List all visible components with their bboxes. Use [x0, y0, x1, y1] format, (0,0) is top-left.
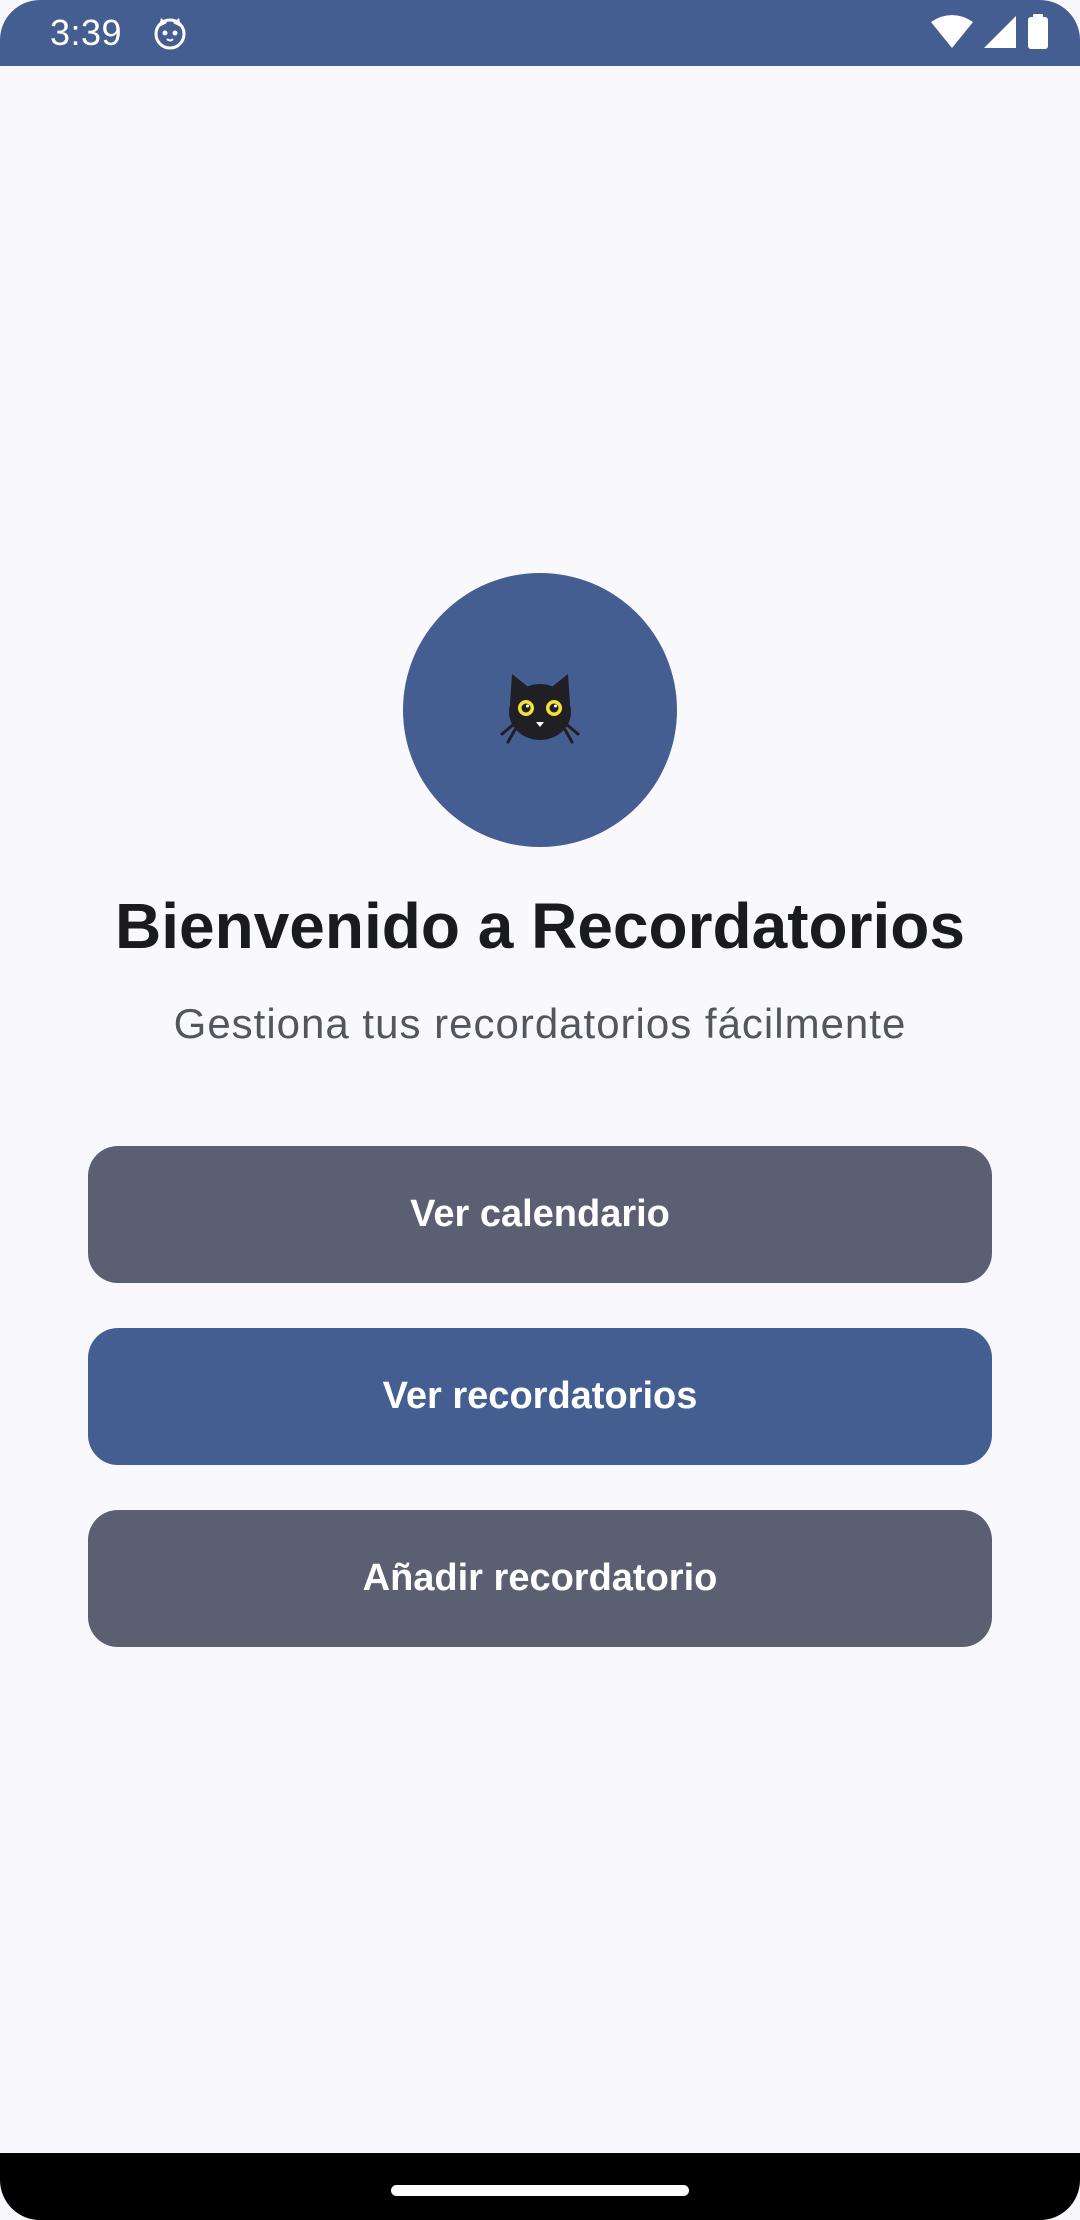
view-calendar-button[interactable]: Ver calendario: [88, 1146, 992, 1283]
gesture-handle[interactable]: [391, 2185, 689, 2196]
app-avatar: [403, 573, 677, 847]
status-bar: 3:39: [0, 0, 1080, 66]
welcome-title: Bienvenido a Recordatorios: [115, 890, 965, 962]
navigation-bar: [0, 2153, 1080, 2220]
view-reminders-button[interactable]: Ver recordatorios: [88, 1328, 992, 1465]
status-icons: [930, 14, 1050, 50]
home-screen: 3:39 Bienvenido a Recordatorios Gestiona…: [0, 0, 1080, 2220]
black-cat-icon: [500, 670, 580, 750]
welcome-subtitle: Gestiona tus recordatorios fácilmente: [173, 1000, 907, 1047]
add-reminder-button[interactable]: Añadir recordatorio: [88, 1510, 992, 1647]
cat-face-icon: [152, 15, 188, 51]
wifi-icon: [930, 14, 974, 50]
battery-icon: [1026, 14, 1050, 50]
cellular-signal-icon: [982, 14, 1018, 50]
status-time: 3:39: [50, 12, 123, 53]
